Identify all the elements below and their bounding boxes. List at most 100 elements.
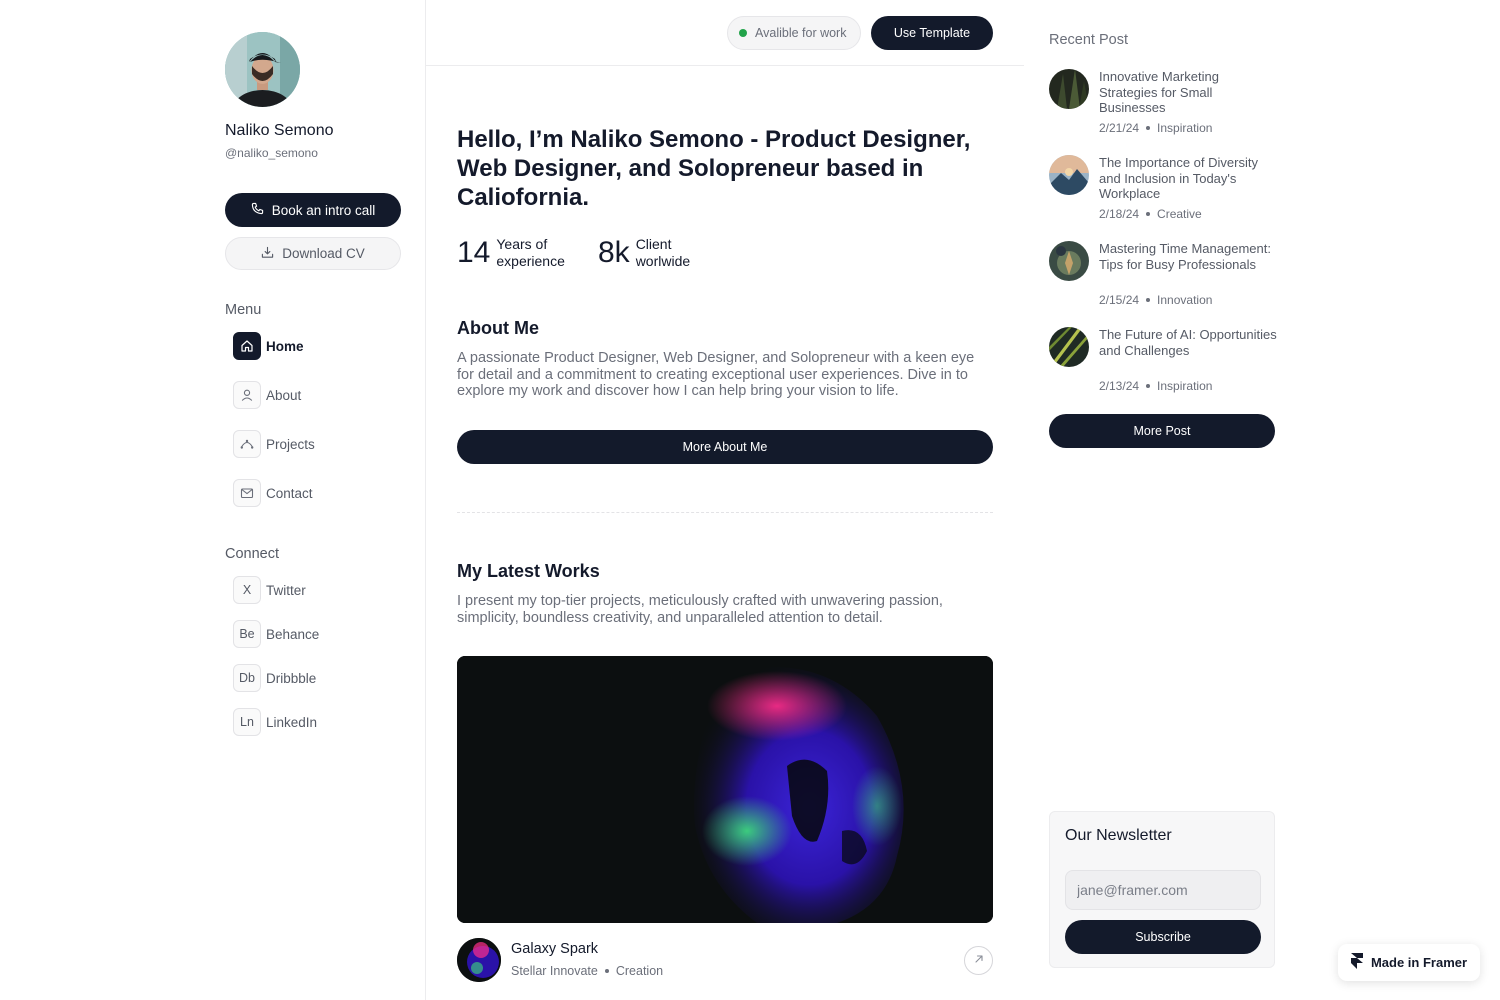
linkedin-icon: Ln: [233, 708, 261, 736]
connect-label-linkedin: LinkedIn: [266, 714, 318, 730]
user-icon: [233, 381, 261, 409]
use-template-button[interactable]: Use Template: [871, 16, 993, 50]
more-about-me-button[interactable]: More About Me: [457, 430, 993, 464]
left-sidebar: Naliko Semono @naliko_semono Book an int…: [0, 0, 426, 1000]
stat-experience-value: 14: [457, 236, 491, 269]
main-content: Hello, I’m Naliko Semono - Product Desig…: [426, 66, 1024, 1000]
stat-experience-label: Years of experience: [496, 236, 565, 270]
behance-icon: Be: [233, 620, 261, 648]
post-category: Innovation: [1157, 293, 1213, 307]
newsletter-title: Our Newsletter: [1065, 827, 1172, 844]
work-client: Stellar Innovate: [511, 964, 598, 978]
connect-label-dribbble: Dribbble: [266, 670, 317, 686]
bullet-separator: [604, 969, 609, 973]
about-text: A passionate Product Designer, Web Desig…: [457, 350, 975, 399]
post-date: 2/15/24: [1099, 293, 1140, 307]
post-meta: 2/18/24 Creative: [1099, 207, 1202, 221]
post-thumbnail: [1049, 155, 1089, 195]
post-title: The Future of AI: Opportunities and Chal…: [1099, 327, 1277, 358]
nav-label-about: About: [266, 387, 302, 403]
post-thumbnail: [1049, 327, 1089, 367]
phone-icon: [251, 202, 264, 218]
nav-item-home[interactable]: Home: [233, 332, 304, 360]
post-meta: 2/21/24 Inspiration: [1099, 121, 1212, 135]
right-sidebar: Recent Post Innovative Marketing Strateg…: [1024, 0, 1500, 1000]
nav-label-contact: Contact: [266, 485, 313, 501]
subscribe-button[interactable]: Subscribe: [1065, 920, 1261, 954]
bullet-separator: [1146, 298, 1151, 302]
post-date: 2/21/24: [1099, 121, 1140, 135]
bullet-separator: [1146, 212, 1151, 216]
made-in-framer-badge[interactable]: Made in Framer: [1338, 944, 1480, 981]
menu-heading: Menu: [225, 302, 262, 318]
bullet-separator: [1146, 384, 1151, 388]
more-post-button[interactable]: More Post: [1049, 414, 1275, 448]
post-item[interactable]: The Importance of Diversity and Inclusio…: [1049, 155, 1279, 225]
connect-item-linkedin[interactable]: Ln LinkedIn: [233, 708, 317, 736]
stat-clients-label-line1: Client: [635, 236, 672, 252]
post-thumbnail: [1049, 69, 1089, 109]
latest-works-heading: My Latest Works: [457, 561, 600, 581]
post-category: Inspiration: [1157, 379, 1213, 393]
mail-icon: [233, 479, 261, 507]
latest-works-text: I present my top-tier projects, meticulo…: [457, 593, 943, 626]
work-cover-image[interactable]: [457, 656, 993, 923]
nav-label-home: Home: [266, 338, 304, 354]
recent-post-heading: Recent Post: [1049, 32, 1128, 48]
stat-clients: 8k Client worlwide: [598, 236, 690, 270]
post-meta: 2/15/24 Innovation: [1099, 293, 1212, 307]
post-title: Mastering Time Management: Tips for Busy…: [1099, 241, 1271, 272]
post-thumbnail: [1049, 241, 1089, 281]
nav-item-projects[interactable]: Projects: [233, 430, 315, 458]
status-dot-icon: [739, 29, 747, 37]
post-category: Creative: [1157, 207, 1202, 221]
post-title: The Importance of Diversity and Inclusio…: [1099, 155, 1258, 201]
stat-clients-label-line2: worlwide: [635, 253, 691, 269]
post-item[interactable]: Innovative Marketing Strategies for Smal…: [1049, 69, 1279, 139]
dribbble-icon: Db: [233, 664, 261, 692]
stat-clients-value: 8k: [598, 236, 630, 269]
profile-avatar: [225, 32, 300, 107]
work-meta: Stellar Innovate Creation: [511, 964, 663, 978]
work-category: Creation: [615, 964, 664, 978]
stat-experience: 14 Years of experience: [457, 236, 565, 270]
stat-clients-label: Client worlwide: [636, 236, 690, 270]
connect-label-behance: Behance: [266, 626, 320, 642]
post-item[interactable]: The Future of AI: Opportunities and Chal…: [1049, 327, 1279, 397]
connect-item-twitter[interactable]: X Twitter: [233, 576, 306, 604]
connect-item-behance[interactable]: Be Behance: [233, 620, 319, 648]
top-bar: Avalible for work Use Template: [426, 0, 1024, 66]
nav-item-about[interactable]: About: [233, 381, 301, 409]
post-item[interactable]: Mastering Time Management: Tips for Busy…: [1049, 241, 1279, 311]
newsletter-card: Our Newsletter Subscribe: [1049, 811, 1275, 968]
newsletter-email-input[interactable]: [1065, 870, 1261, 910]
section-divider: [457, 512, 993, 513]
download-icon: [261, 246, 274, 262]
availability-status: Avalible for work: [727, 16, 861, 50]
projects-icon: [233, 430, 261, 458]
bullet-separator: [1146, 126, 1151, 130]
post-date: 2/18/24: [1099, 207, 1140, 221]
framer-logo-icon: [1350, 953, 1363, 972]
connect-label-twitter: Twitter: [266, 582, 306, 598]
connect-heading: Connect: [225, 546, 280, 562]
about-heading: About Me: [457, 318, 539, 338]
stat-experience-label-line2: experience: [496, 253, 565, 269]
nav-item-contact[interactable]: Contact: [233, 479, 313, 507]
post-meta: 2/13/24 Inspiration: [1099, 379, 1212, 393]
open-work-button[interactable]: [964, 946, 993, 975]
work-thumbnail: [457, 938, 501, 982]
book-intro-call-button[interactable]: Book an intro call: [225, 193, 401, 227]
download-cv-button[interactable]: Download CV: [225, 237, 401, 270]
twitter-icon: X: [233, 576, 261, 604]
hero-headline: Hello, I’m Naliko Semono - Product Desig…: [457, 126, 971, 211]
work-title: Galaxy Spark: [511, 941, 599, 957]
post-date: 2/13/24: [1099, 379, 1140, 393]
made-in-framer-label: Made in Framer: [1370, 955, 1468, 970]
home-icon: [233, 332, 261, 360]
connect-item-dribbble[interactable]: Db Dribbble: [233, 664, 316, 692]
post-title: Innovative Marketing Strategies for Smal…: [1099, 69, 1219, 115]
arrow-up-right-icon: [973, 952, 985, 970]
profile-name: Naliko Semono: [225, 122, 334, 139]
download-cv-label: Download CV: [282, 246, 365, 261]
